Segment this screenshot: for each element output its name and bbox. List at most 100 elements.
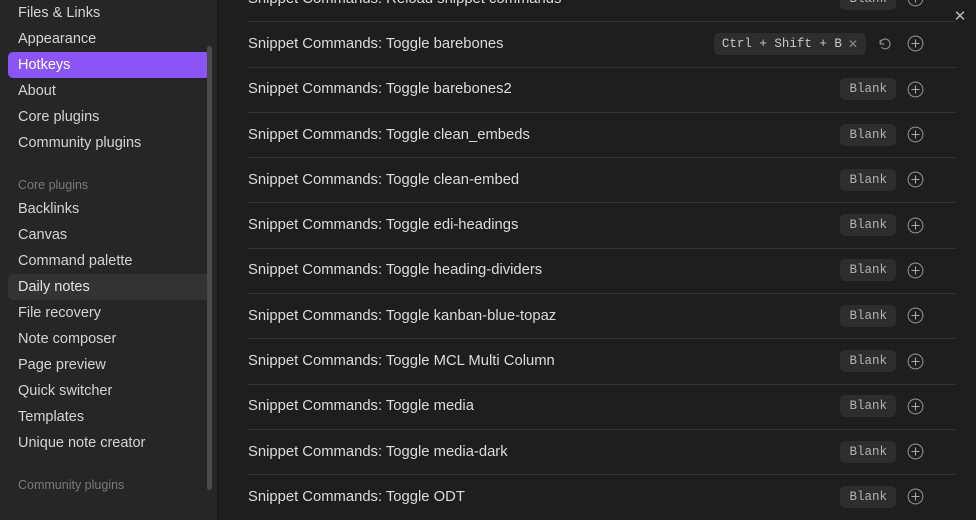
hotkey-blank-badge[interactable]: Blank [840, 304, 896, 327]
add-hotkey-icon[interactable] [904, 350, 926, 372]
sidebar-item-daily-notes[interactable]: Daily notes [8, 274, 210, 300]
sidebar-item-backlinks[interactable]: Backlinks [8, 196, 210, 222]
sidebar-item-label: Unique note creator [18, 435, 146, 451]
hotkey-row-controls: Blank [840, 78, 926, 101]
hotkey-row: Snippet Commands: Toggle barebones2 Blank [218, 66, 964, 112]
hotkey-command-name: Snippet Commands: Toggle heading-divider… [248, 262, 543, 279]
add-hotkey-icon[interactable] [904, 441, 926, 463]
clear-hotkey-icon[interactable]: ✕ [848, 37, 858, 51]
sidebar-item-core-plugins[interactable]: Core plugins [8, 104, 210, 130]
sidebar-section-header-core-plugins: Core plugins [18, 178, 89, 192]
hotkey-binding-label: Blank [849, 354, 887, 369]
add-hotkey-icon[interactable] [904, 33, 926, 55]
hotkey-row: Snippet Commands: Toggle media-dark Blank [218, 428, 964, 474]
hotkey-row: Snippet Commands: Toggle edi-headings Bla… [218, 202, 964, 247]
hotkey-list: Snippet Commands: Reload snippet command… [218, 0, 964, 520]
close-icon-glyph: ✕ [953, 7, 967, 25]
close-icon[interactable]: ✕ [948, 4, 972, 28]
hotkey-row: Snippet Commands: Toggle MCL Multi Colum… [218, 338, 964, 383]
sidebar-item-file-recovery[interactable]: File recovery [8, 300, 210, 326]
hotkey-row: Snippet Commands: Toggle heading-divider… [218, 247, 964, 293]
add-hotkey-icon[interactable] [904, 486, 926, 508]
settings-window: Files & Links Appearance Hotkeys About C… [0, 0, 976, 520]
hotkey-command-name: Snippet Commands: Toggle barebones2 [248, 81, 512, 98]
hotkey-binding-label: Blank [849, 308, 887, 323]
sidebar-top-section: Files & Links Appearance Hotkeys About C… [0, 0, 218, 156]
hotkey-row-controls: Ctrl + Shift + B ✕ [713, 32, 926, 55]
hotkey-blank-badge[interactable]: Blank [840, 485, 896, 508]
sidebar-item-label: Canvas [18, 227, 68, 243]
hotkey-command-name: Snippet Commands: Toggle clean-embed [248, 171, 520, 188]
sidebar-section-header-community-plugins: Community plugins [18, 478, 125, 492]
add-hotkey-icon[interactable] [904, 214, 926, 236]
add-hotkey-icon[interactable] [904, 259, 926, 281]
hotkey-blank-badge[interactable]: Blank [840, 0, 896, 10]
hotkey-row: Snippet Commands: Toggle barebones Ctrl +… [218, 21, 964, 66]
add-hotkey-icon[interactable] [904, 395, 926, 417]
sidebar-item-label: Community plugins [18, 135, 142, 151]
hotkey-row-controls: Blank [840, 440, 926, 463]
sidebar-item-label: Backlinks [18, 201, 80, 217]
sidebar-item-label: Files & Links [18, 5, 101, 21]
hotkey-binding-badge[interactable]: Ctrl + Shift + B ✕ [713, 32, 866, 55]
hotkey-row: Snippet Commands: Toggle clean-embed Blan… [218, 157, 964, 202]
hotkey-row-controls: Blank [840, 485, 926, 508]
sidebar-item-templates[interactable]: Templates [8, 404, 210, 430]
hotkey-blank-badge[interactable]: Blank [840, 395, 896, 418]
sidebar-item-label: Appearance [18, 31, 97, 47]
hotkey-blank-badge[interactable]: Blank [840, 259, 896, 282]
hotkey-command-name: Snippet Commands: Toggle media [248, 398, 474, 415]
sidebar-item-hotkeys[interactable]: Hotkeys [8, 52, 210, 78]
hotkey-command-name: Snippet Commands: Toggle edi-headings [248, 217, 519, 234]
add-hotkey-icon[interactable] [904, 124, 926, 146]
hotkeys-panel: ✕ Snippet Commands: Reload snippet comma… [218, 0, 976, 520]
restore-default-icon[interactable] [874, 33, 896, 55]
hotkey-row-controls: Blank [840, 304, 926, 327]
sidebar-scrollbar[interactable] [207, 46, 212, 490]
sidebar-item-label: Command palette [18, 253, 133, 269]
hotkey-command-name: Snippet Commands: Reload snippet command… [248, 0, 840, 7]
sidebar-item-label: Quick switcher [18, 383, 113, 399]
add-hotkey-icon[interactable] [904, 0, 926, 10]
sidebar-item-quick-switcher[interactable]: Quick switcher [8, 378, 210, 404]
sidebar-item-appearance[interactable]: Appearance [8, 26, 210, 52]
hotkey-blank-badge[interactable]: Blank [840, 214, 896, 237]
hotkey-binding-label: Ctrl + Shift + B [721, 36, 842, 51]
hotkey-command-name: Snippet Commands: Toggle MCL Multi Colum… [248, 353, 555, 370]
hotkey-binding-label: Blank [849, 172, 887, 187]
hotkey-row-controls: Blank [840, 214, 926, 237]
hotkey-row: Snippet Commands: Toggle media Blank [218, 383, 964, 429]
sidebar-item-label: Daily notes [18, 279, 90, 295]
hotkey-blank-badge[interactable]: Blank [840, 78, 896, 101]
hotkey-blank-badge[interactable]: Blank [840, 123, 896, 146]
hotkey-binding-label: Blank [849, 444, 887, 459]
sidebar-item-note-composer[interactable]: Note composer [8, 326, 210, 352]
hotkey-row: Snippet Commands: Toggle kanban-blue-top… [218, 293, 964, 338]
hotkey-binding-label: Blank [849, 399, 887, 414]
sidebar-item-command-palette[interactable]: Command palette [8, 248, 210, 274]
sidebar-item-label: About [18, 83, 56, 99]
sidebar-item-canvas[interactable]: Canvas [8, 222, 210, 248]
hotkey-blank-badge[interactable]: Blank [840, 350, 896, 373]
hotkey-row-controls: Blank [840, 395, 926, 418]
sidebar-item-page-preview[interactable]: Page preview [8, 352, 210, 378]
hotkey-binding-label: Blank [849, 0, 887, 6]
hotkey-row: Snippet Commands: Toggle ODT Blank [218, 474, 964, 519]
sidebar-item-label: Note composer [18, 331, 117, 347]
hotkey-row-controls: Blank [840, 123, 926, 146]
hotkey-command-name: Snippet Commands: Toggle kanban-blue-top… [248, 307, 557, 324]
hotkey-blank-badge[interactable]: Blank [840, 440, 896, 463]
sidebar-item-community-plugins[interactable]: Community plugins [8, 130, 210, 156]
hotkey-row-controls: Blank [840, 0, 926, 10]
hotkey-row-controls: Blank [840, 350, 926, 373]
sidebar-item-files-and-links[interactable]: Files & Links [8, 0, 210, 26]
sidebar-item-about[interactable]: About [8, 78, 210, 104]
hotkey-binding-label: Blank [849, 218, 887, 233]
sidebar-item-unique-note-creator[interactable]: Unique note creator [8, 430, 210, 456]
add-hotkey-icon[interactable] [904, 305, 926, 327]
add-hotkey-icon[interactable] [904, 169, 926, 191]
hotkey-blank-badge[interactable]: Blank [840, 168, 896, 191]
add-hotkey-icon[interactable] [904, 78, 926, 100]
sidebar-core-plugins-section: Core plugins Backlinks Canvas Command pa… [0, 174, 218, 456]
